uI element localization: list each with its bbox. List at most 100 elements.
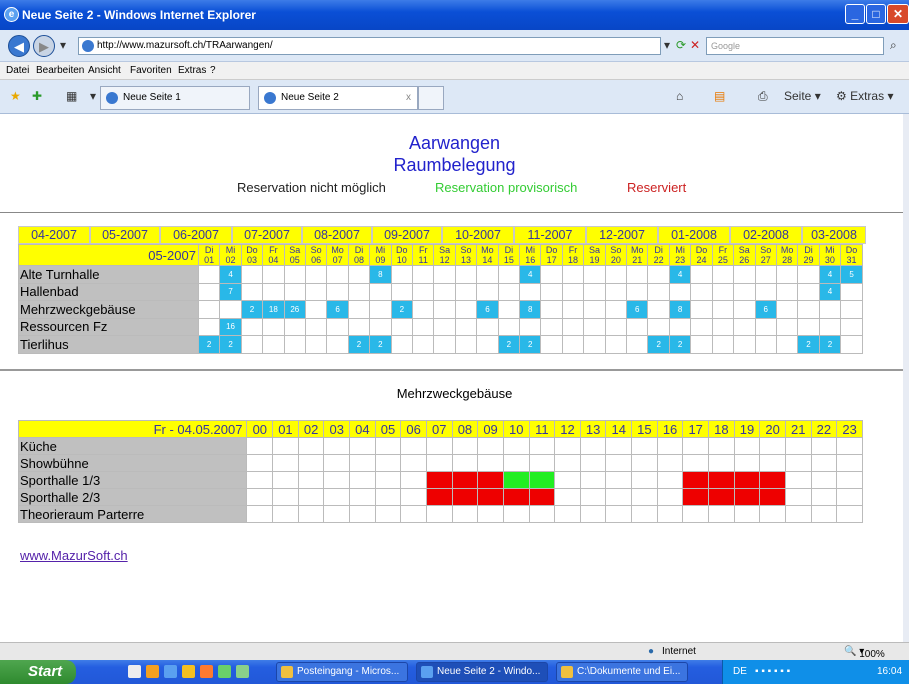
booking-cell[interactable] — [283, 335, 306, 354]
booking-cell[interactable] — [604, 300, 628, 319]
time-slot[interactable] — [656, 505, 684, 523]
time-slot[interactable] — [528, 505, 556, 523]
booking-cell[interactable] — [454, 282, 478, 301]
time-slot[interactable] — [477, 454, 504, 472]
booking-cell[interactable] — [647, 282, 670, 301]
booking-cell[interactable] — [240, 335, 264, 354]
booking-cell[interactable] — [690, 300, 713, 319]
booking-cell[interactable] — [690, 335, 713, 354]
booking-cell[interactable] — [476, 282, 499, 301]
booking-cell[interactable] — [454, 300, 478, 319]
favorites-star-icon[interactable]: ★ — [10, 89, 21, 103]
booking-cell[interactable]: 5 — [840, 265, 863, 284]
booking-cell[interactable] — [647, 265, 670, 284]
booking-cell[interactable] — [775, 335, 799, 354]
booking-cell[interactable] — [240, 317, 264, 336]
booking-cell[interactable] — [604, 335, 628, 354]
month-link[interactable]: 08-2007 — [302, 226, 372, 244]
time-slot[interactable] — [784, 471, 812, 489]
month-link[interactable]: 01-2008 — [658, 226, 730, 244]
booking-cell[interactable] — [540, 335, 563, 354]
time-slot[interactable] — [297, 437, 325, 455]
booking-cell[interactable]: 2 — [668, 335, 692, 354]
time-slot[interactable] — [374, 454, 402, 472]
time-slot[interactable] — [554, 471, 581, 489]
booking-cell[interactable]: 2 — [519, 335, 542, 354]
booking-cell[interactable] — [497, 282, 521, 301]
booking-cell[interactable] — [240, 282, 264, 301]
quicklaunch-icon[interactable] — [236, 665, 249, 678]
booking-cell[interactable]: 2 — [390, 300, 414, 319]
month-link[interactable]: 07-2007 — [232, 226, 302, 244]
booking-cell[interactable] — [197, 317, 221, 336]
time-slot[interactable] — [733, 454, 761, 472]
booking-cell[interactable] — [262, 317, 285, 336]
booking-cell[interactable]: 2 — [369, 335, 392, 354]
time-slot[interactable] — [400, 437, 427, 455]
tab-neue-seite-1[interactable]: Neue Seite 1 — [100, 86, 250, 110]
time-slot[interactable] — [349, 471, 376, 489]
booking-cell[interactable]: 6 — [626, 300, 649, 319]
booking-cell[interactable] — [797, 317, 820, 336]
booking-cell[interactable] — [433, 300, 456, 319]
booking-cell[interactable] — [304, 300, 328, 319]
booking-cell[interactable] — [454, 317, 478, 336]
booking-cell[interactable]: 2 — [797, 335, 820, 354]
time-slot[interactable] — [272, 505, 299, 523]
booking-cell[interactable] — [775, 317, 799, 336]
booking-cell[interactable] — [583, 300, 606, 319]
time-slot[interactable] — [323, 471, 351, 489]
time-slot[interactable] — [246, 488, 274, 506]
booking-cell[interactable] — [733, 282, 756, 301]
quicklaunch-icon[interactable] — [218, 665, 231, 678]
back-button[interactable]: ◀ — [8, 35, 30, 57]
booking-cell[interactable] — [754, 335, 777, 354]
menu-datei[interactable]: Datei — [6, 65, 29, 76]
room-label[interactable]: Tierlihus — [18, 335, 199, 354]
booking-cell[interactable] — [304, 265, 328, 284]
time-slot[interactable] — [605, 488, 633, 506]
time-slot[interactable] — [656, 488, 684, 506]
time-slot[interactable] — [810, 454, 838, 472]
booking-cell[interactable] — [626, 282, 649, 301]
stop-icon[interactable]: ✕ — [690, 38, 700, 52]
time-slot[interactable] — [425, 505, 453, 523]
time-slot[interactable] — [400, 488, 427, 506]
time-slot[interactable] — [631, 488, 658, 506]
print-icon[interactable]: ⎙ — [758, 89, 768, 104]
booking-cell[interactable] — [626, 335, 649, 354]
time-slot[interactable] — [451, 488, 479, 506]
page-menu-button[interactable]: Seite ▾ — [784, 89, 821, 103]
booking-cell[interactable] — [540, 265, 563, 284]
month-link[interactable]: 02-2008 — [730, 226, 802, 244]
booking-cell[interactable] — [840, 317, 863, 336]
booking-cell[interactable] — [733, 265, 756, 284]
booking-cell[interactable] — [775, 282, 799, 301]
time-slot[interactable] — [528, 471, 556, 489]
booking-cell[interactable] — [711, 265, 735, 284]
booking-cell[interactable] — [262, 282, 285, 301]
booking-cell[interactable] — [840, 282, 863, 301]
new-tab-button[interactable] — [418, 86, 444, 110]
booking-cell[interactable]: 2 — [347, 335, 371, 354]
room-label[interactable]: Mehrzweckgebäuse — [18, 300, 199, 319]
booking-cell[interactable]: 16 — [219, 317, 242, 336]
time-slot[interactable] — [425, 454, 453, 472]
menu-bearbeiten[interactable]: Bearbeiten — [36, 65, 84, 76]
time-slot[interactable] — [400, 454, 427, 472]
booking-cell[interactable] — [818, 317, 842, 336]
booking-cell[interactable] — [283, 265, 306, 284]
time-slot[interactable] — [784, 437, 812, 455]
month-link[interactable]: 03-2008 — [802, 226, 866, 244]
home-icon[interactable]: ⌂ — [676, 89, 683, 103]
time-slot[interactable] — [810, 471, 838, 489]
detail-room-label[interactable]: Sporthalle 1/3 — [17, 471, 248, 489]
menu-extras[interactable]: Extras — [178, 65, 206, 76]
time-slot[interactable] — [579, 471, 607, 489]
time-slot[interactable] — [528, 437, 556, 455]
time-slot[interactable] — [502, 454, 530, 472]
booking-cell[interactable] — [754, 265, 777, 284]
booking-cell[interactable] — [626, 265, 649, 284]
time-slot[interactable] — [502, 488, 530, 506]
time-slot[interactable] — [374, 488, 402, 506]
